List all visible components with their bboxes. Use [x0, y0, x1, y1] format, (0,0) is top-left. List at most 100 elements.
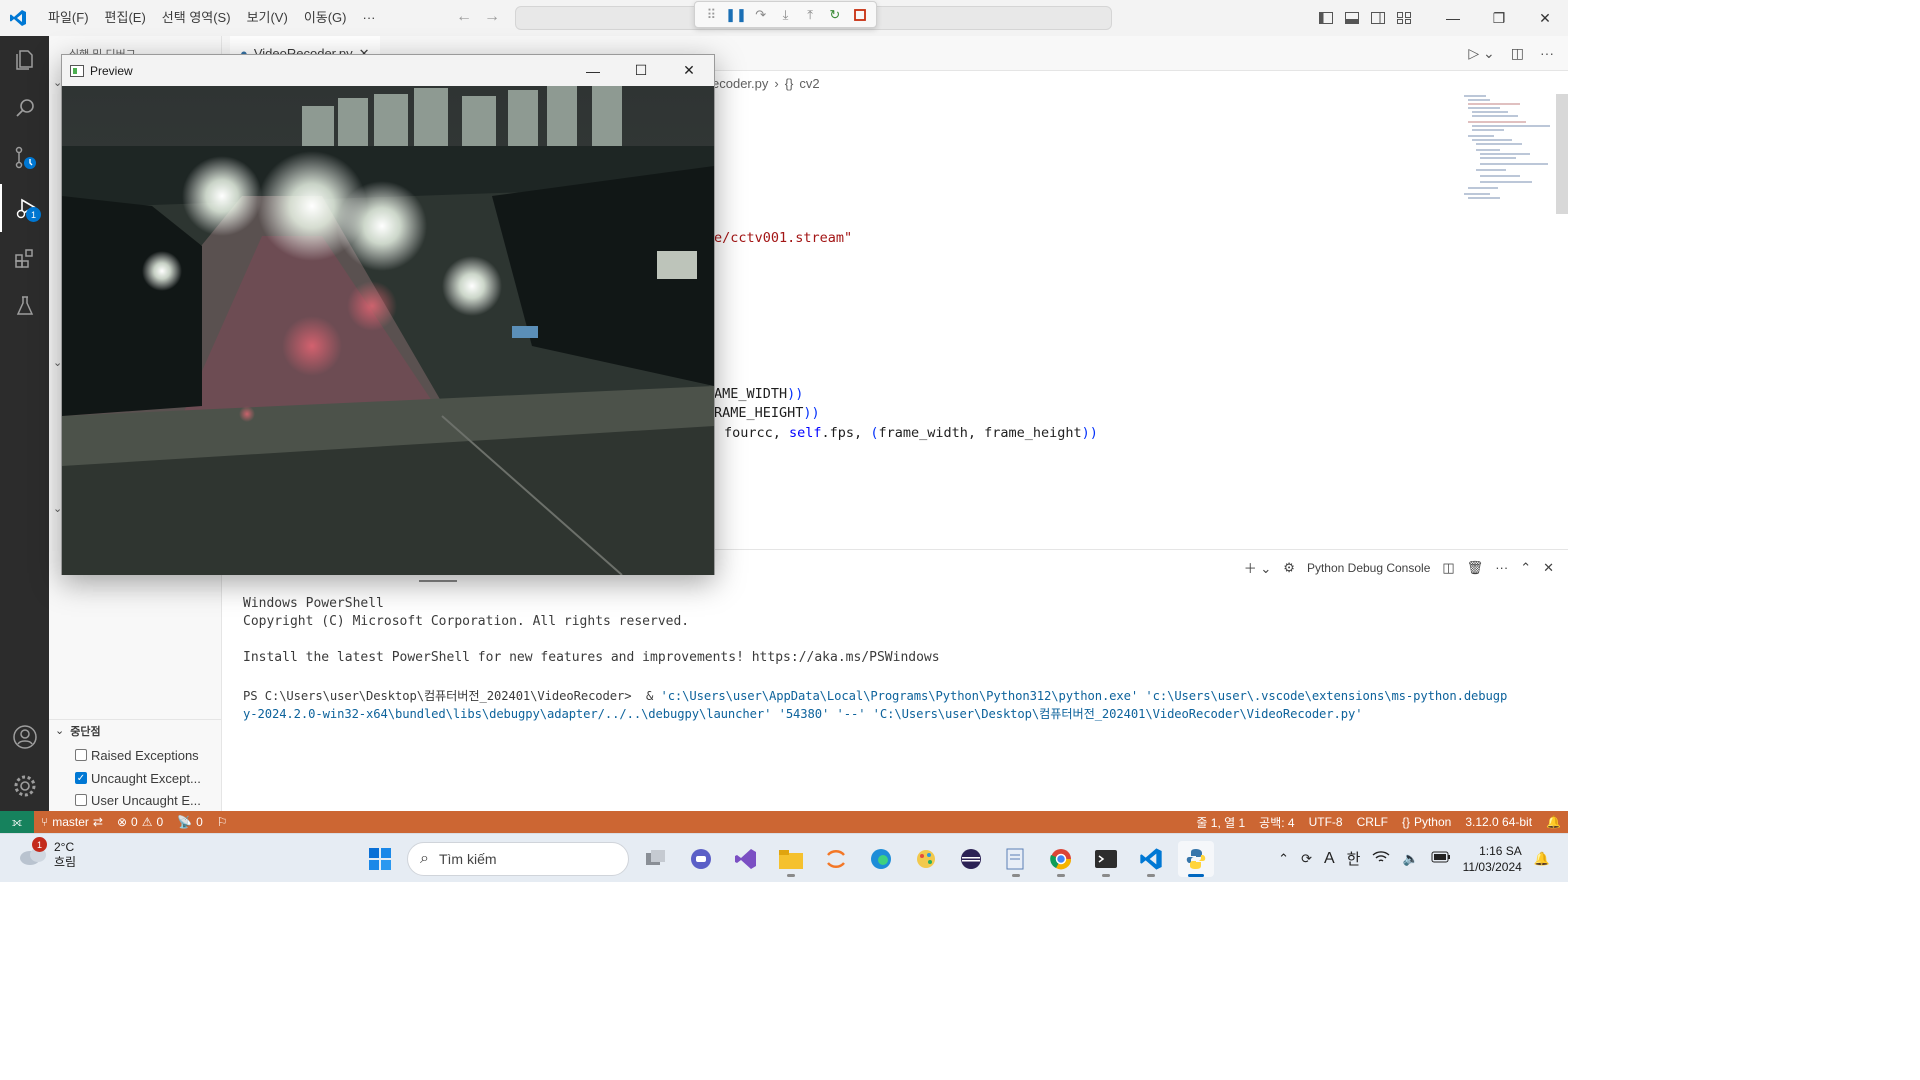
- notification-bell-icon[interactable]: 🔔: [1534, 851, 1550, 867]
- toggle-sidebar-icon[interactable]: [1318, 10, 1334, 26]
- close-panel-icon[interactable]: ✕: [1543, 560, 1554, 576]
- volume-icon[interactable]: 🔈: [1402, 851, 1418, 867]
- breakpoint-raised-exceptions[interactable]: Raised Exceptions: [75, 744, 199, 766]
- sync-tray-icon[interactable]: ⟳: [1301, 851, 1312, 867]
- pause-icon[interactable]: ❚❚: [725, 5, 747, 25]
- menu-file[interactable]: 파일(F): [40, 0, 97, 36]
- menu-view[interactable]: 보기(V): [239, 0, 296, 36]
- split-editor-icon[interactable]: ◫: [1511, 45, 1524, 62]
- visual-studio-icon[interactable]: [728, 841, 764, 877]
- checkbox[interactable]: [75, 749, 87, 761]
- ime-indicator[interactable]: 한: [1347, 848, 1361, 869]
- customize-layout-icon[interactable]: [1396, 10, 1412, 26]
- preview-titlebar[interactable]: Preview — ☐ ✕: [62, 55, 714, 86]
- encoding[interactable]: UTF-8: [1302, 815, 1350, 829]
- more-actions-icon[interactable]: ···: [1540, 45, 1554, 62]
- panel-sash[interactable]: [419, 580, 457, 582]
- breadcrumb-symbol[interactable]: cv2: [799, 76, 819, 91]
- restore-icon[interactable]: ❐: [1476, 0, 1522, 36]
- notifications-bell-icon[interactable]: 🔔: [1539, 815, 1568, 829]
- maximize-icon[interactable]: ☐: [618, 55, 664, 86]
- menu-selection[interactable]: 선택 영역(S): [154, 0, 239, 36]
- breadcrumb-file[interactable]: ecoder.py: [712, 76, 768, 91]
- language-mode[interactable]: {} Python: [1395, 815, 1458, 829]
- eclipse-icon[interactable]: [953, 841, 989, 877]
- wifi-icon[interactable]: [1372, 850, 1390, 867]
- problems-indicator[interactable]: ⊗ 0 ⚠ 0: [110, 815, 170, 829]
- toggle-panel-icon[interactable]: [1344, 10, 1360, 26]
- split-terminal-icon[interactable]: ◫: [1442, 560, 1454, 576]
- status-right: 줄 1, 열 1 공백: 4 UTF-8 CRLF {} Python 3.12.…: [1189, 811, 1568, 833]
- remote-icon[interactable]: ⟗: [0, 811, 34, 833]
- extensions-icon[interactable]: [0, 234, 49, 282]
- checkbox[interactable]: [75, 794, 87, 806]
- teams-chat-icon[interactable]: [683, 841, 719, 877]
- file-explorer-icon[interactable]: [773, 841, 809, 877]
- run-debug-icon[interactable]: 1: [0, 184, 49, 232]
- chevron-down-icon: ⌄: [55, 725, 65, 737]
- clock[interactable]: 1:16 SA 11/03/2024: [1463, 843, 1522, 875]
- back-arrow-icon[interactable]: ←: [456, 8, 472, 26]
- forward-arrow-icon[interactable]: →: [484, 8, 500, 26]
- python-app-icon[interactable]: [1178, 841, 1214, 877]
- step-out-icon[interactable]: ⤒: [800, 5, 820, 25]
- breakpoints-header[interactable]: ⌄ 중단점: [49, 719, 222, 741]
- more-icon[interactable]: ···: [1495, 560, 1508, 575]
- ports-indicator[interactable]: 📡 0: [170, 815, 210, 829]
- toggle-secondary-sidebar-icon[interactable]: [1370, 10, 1386, 26]
- task-view-icon[interactable]: [638, 841, 674, 877]
- run-icon[interactable]: ▷ ⌄: [1468, 45, 1494, 62]
- python-interpreter[interactable]: 3.12.0 64-bit: [1458, 815, 1539, 829]
- vscode-taskbar-icon[interactable]: [1133, 841, 1169, 877]
- minimap[interactable]: [1460, 94, 1556, 204]
- font-a-icon[interactable]: A: [1324, 850, 1335, 868]
- testing-icon[interactable]: [0, 282, 49, 330]
- line-ending[interactable]: CRLF: [1350, 815, 1395, 829]
- breakpoint-label: Raised Exceptions: [91, 747, 199, 763]
- source-control-icon[interactable]: [0, 134, 49, 182]
- minimize-icon[interactable]: —: [1430, 0, 1476, 36]
- explorer-icon[interactable]: [0, 36, 49, 84]
- stop-icon[interactable]: [850, 5, 870, 25]
- minimize-icon[interactable]: —: [570, 55, 616, 86]
- restart-icon[interactable]: ↻: [825, 5, 845, 25]
- settings-gear-icon[interactable]: [0, 762, 49, 810]
- trash-icon[interactable]: 🗑: [1467, 560, 1484, 576]
- chevron-up-icon[interactable]: ⌃: [1278, 851, 1289, 867]
- menu-more[interactable]: ···: [355, 0, 384, 36]
- edge-browser-icon[interactable]: [863, 841, 899, 877]
- taskbar-search[interactable]: ⌕ Tìm kiếm: [407, 842, 629, 876]
- branch-indicator[interactable]: ⑂ master ⇄: [34, 815, 110, 829]
- start-windows-icon[interactable]: [362, 841, 398, 877]
- cursor-position[interactable]: 줄 1, 열 1: [1189, 814, 1252, 831]
- maximize-panel-icon[interactable]: ⌃: [1520, 560, 1531, 576]
- new-terminal-icon[interactable]: ＋ ⌄: [1244, 558, 1272, 577]
- close-icon[interactable]: ✕: [666, 55, 712, 86]
- search-icon[interactable]: [0, 84, 49, 132]
- jupyter-icon[interactable]: [818, 841, 854, 877]
- close-icon[interactable]: ✕: [1522, 0, 1568, 36]
- terminal-icon[interactable]: [1088, 841, 1124, 877]
- weather-widget[interactable]: 1 2°C 흐림: [18, 837, 76, 870]
- breakpoint-uncaught-exceptions[interactable]: ✓ Uncaught Except...: [75, 767, 201, 789]
- code-token: AME_WIDTH: [714, 386, 788, 402]
- menu-go[interactable]: 이동(G): [296, 0, 355, 36]
- terminal-command: PS C:\Users\user\Desktop\컴퓨터버전_202401\Vi…: [243, 686, 1507, 704]
- drag-handle-icon[interactable]: ⠿: [701, 5, 721, 25]
- battery-icon[interactable]: [1431, 851, 1451, 866]
- step-into-icon[interactable]: ⤓: [775, 5, 795, 25]
- breakpoint-user-uncaught-exceptions[interactable]: User Uncaught E...: [75, 789, 201, 811]
- chrome-icon[interactable]: [1043, 841, 1079, 877]
- accounts-icon[interactable]: [0, 713, 49, 761]
- checkbox-checked[interactable]: ✓: [75, 772, 87, 784]
- terminal-name[interactable]: Python Debug Console: [1307, 561, 1430, 575]
- indentation[interactable]: 공백: 4: [1252, 814, 1301, 831]
- vscode-logo-icon: [0, 0, 36, 36]
- notepad-icon[interactable]: [998, 841, 1034, 877]
- editor-scrollbar[interactable]: [1556, 94, 1568, 214]
- paint-app-icon[interactable]: [908, 841, 944, 877]
- step-over-icon[interactable]: ↷: [751, 5, 771, 25]
- menu-edit[interactable]: 편집(E): [97, 0, 154, 36]
- preview-window[interactable]: Preview — ☐ ✕: [61, 54, 715, 575]
- debug-status-icon[interactable]: ⚐: [210, 815, 235, 829]
